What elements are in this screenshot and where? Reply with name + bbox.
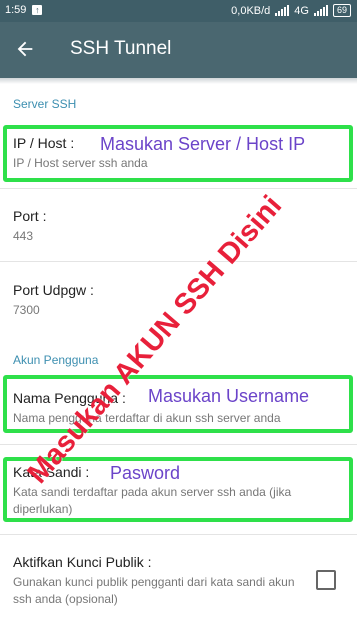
section-header-server: Server SSH: [13, 97, 77, 111]
annotation-password: Pasword: [110, 463, 181, 483]
annotation-username: Masukan Username: [148, 386, 310, 406]
pref-port-summary: 443: [13, 229, 34, 243]
pref-udpgw[interactable]: Port Udpgw : 7300: [0, 262, 357, 332]
app-toolbar: SSH Tunnel: [0, 22, 357, 78]
status-time: 1:59: [5, 4, 27, 16]
page-title: SSH Tunnel: [70, 38, 172, 59]
pref-udpgw-summary: 7300: [13, 303, 40, 317]
pubkey-checkbox[interactable]: [316, 570, 336, 590]
annotation-host: Masukan Server / Host IP: [100, 134, 306, 154]
section-header-account: Akun Pengguna: [13, 353, 99, 367]
pref-port-title: Port :: [13, 208, 47, 224]
pref-pubkey[interactable]: Aktifkan Kunci Publik : Gunakan kunci pu…: [0, 535, 357, 615]
signal-icon: [275, 5, 290, 16]
divider: [0, 444, 357, 445]
upload-icon: ↑: [32, 5, 43, 15]
network-type: 4G: [294, 4, 309, 17]
toolbar-shadow: [0, 78, 357, 84]
network-speed: 0,0KB/d: [231, 4, 271, 17]
battery-icon: 69: [332, 4, 351, 17]
pref-pubkey-title: Aktifkan Kunci Publik :: [13, 554, 152, 570]
status-bar: 1:59 ↑ 0,0KB/d 4G 69: [0, 0, 357, 22]
signal-icon-2: [313, 5, 328, 16]
pref-udpgw-title: Port Udpgw :: [13, 282, 94, 298]
pref-pubkey-summary: Gunakan kunci publik pengganti dari kata…: [13, 575, 295, 606]
arrow-left-icon[interactable]: [14, 38, 36, 60]
pref-port[interactable]: Port : 443: [0, 189, 357, 254]
